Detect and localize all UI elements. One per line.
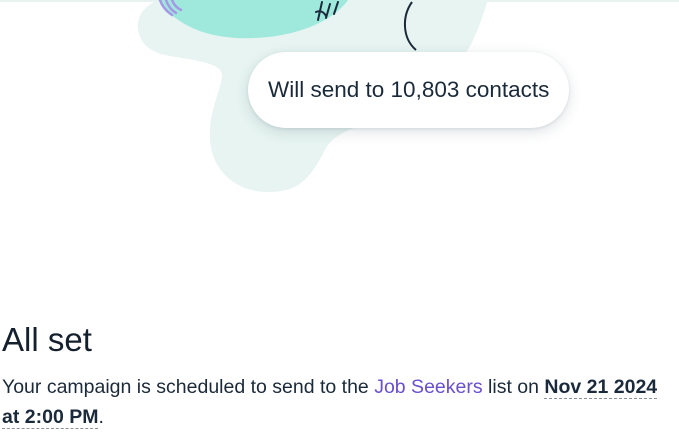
- confirmation-panel: All set Your campaign is scheduled to se…: [2, 318, 674, 432]
- send-count-badge: Will send to 10,803 contacts: [248, 52, 570, 128]
- schedule-summary: Your campaign is scheduled to send to th…: [2, 372, 674, 432]
- campaign-scheduled-screen: Will send to 10,803 contacts All set You…: [0, 0, 679, 441]
- summary-text-middle: list on: [482, 376, 545, 398]
- job-seekers-list-link[interactable]: Job Seekers: [374, 376, 482, 398]
- page-title: All set: [2, 321, 92, 358]
- summary-text-suffix: .: [98, 406, 104, 428]
- summary-text-prefix: Your campaign is scheduled to send to th…: [2, 376, 375, 398]
- send-count-label: Will send to 10,803 contacts: [268, 77, 550, 102]
